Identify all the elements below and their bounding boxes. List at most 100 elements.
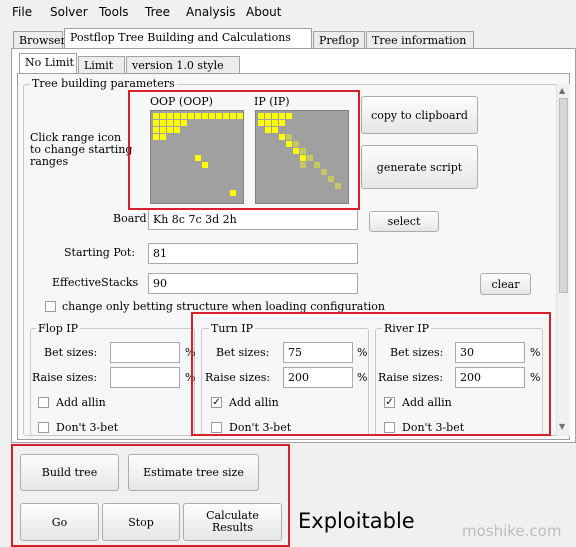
flop-bet-percent: %	[185, 346, 196, 359]
estimate-tree-size-button[interactable]: Estimate tree size	[128, 454, 259, 491]
river-allin-checkbox[interactable]: ✓	[384, 397, 395, 408]
turn-no3bet-label: Don't 3-bet	[229, 421, 292, 434]
build-tree-button[interactable]: Build tree	[20, 454, 119, 491]
range-cell	[300, 162, 306, 168]
range-cell	[286, 113, 292, 119]
flop-raise-input[interactable]	[110, 367, 180, 388]
tab-limit[interactable]: Limit	[78, 56, 125, 74]
tree-params-title: Tree building parameters	[30, 77, 177, 90]
flop-allin-checkbox[interactable]	[38, 397, 49, 408]
range-cell	[223, 113, 229, 119]
range-cell	[216, 113, 222, 119]
range-cell	[195, 113, 201, 119]
range-cell	[160, 113, 166, 119]
range-cell	[153, 134, 159, 140]
turn-no3bet-checkbox[interactable]	[211, 422, 222, 433]
menu-analysis[interactable]: Analysis	[186, 5, 235, 19]
range-cell	[209, 113, 215, 119]
vertical-scrollbar[interactable]: ▲ ▼	[556, 84, 570, 436]
menu-about[interactable]: About	[246, 5, 281, 19]
range-cell	[265, 120, 271, 126]
range-cell	[153, 127, 159, 133]
menu-bar: File Solver Tools Tree Analysis About	[0, 0, 576, 26]
scroll-down-icon[interactable]: ▼	[559, 422, 565, 431]
effective-stacks-input[interactable]: 90	[148, 273, 358, 294]
menu-solver[interactable]: Solver	[50, 5, 88, 19]
effective-stacks-label: EffectiveStacks	[52, 276, 139, 289]
flop-title: Flop IP	[36, 322, 81, 335]
flop-no3bet-checkbox[interactable]	[38, 422, 49, 433]
flop-raise-label: Raise sizes:	[32, 371, 98, 384]
range-cell	[314, 162, 320, 168]
flop-bet-input[interactable]	[110, 342, 180, 363]
range-cell	[293, 148, 299, 154]
turn-bet-label: Bet sizes:	[216, 346, 270, 359]
range-cell	[272, 120, 278, 126]
river-allin-label: Add allin	[402, 396, 452, 409]
range-cell	[265, 113, 271, 119]
range-cell	[286, 134, 292, 140]
change-only-checkbox[interactable]	[45, 301, 56, 312]
select-board-button[interactable]: select	[369, 211, 439, 232]
tab-preflop[interactable]: Preflop	[313, 31, 365, 49]
river-no3bet-label: Don't 3-bet	[402, 421, 465, 434]
range-cell	[202, 113, 208, 119]
menu-file[interactable]: File	[12, 5, 32, 19]
range-cell	[279, 134, 285, 140]
range-cell	[321, 169, 327, 175]
range-cell	[307, 155, 313, 161]
change-only-label: change only betting structure when loadi…	[62, 300, 386, 313]
river-raise-label: Raise sizes:	[378, 371, 444, 384]
flop-raise-percent: %	[185, 371, 196, 384]
tab-no-limit[interactable]: No Limit	[19, 53, 77, 74]
copy-to-clipboard-button[interactable]: copy to clipboard	[361, 96, 478, 134]
turn-raise-input[interactable]: 200	[283, 367, 353, 388]
flop-allin-label: Add allin	[56, 396, 106, 409]
range-cell	[279, 120, 285, 126]
range-cell	[153, 113, 159, 119]
range-cell	[230, 190, 236, 196]
range-cell	[335, 183, 341, 189]
ip-range-label: IP (IP)	[254, 95, 290, 108]
tab-postflop[interactable]: Postflop Tree Building and Calculations	[64, 28, 312, 49]
range-cell	[202, 162, 208, 168]
exploitable-annotation: Exploitable	[298, 509, 415, 533]
turn-allin-checkbox[interactable]: ✓	[211, 397, 222, 408]
range-cell	[174, 127, 180, 133]
tab-version-1[interactable]: version 1.0 style	[126, 56, 240, 74]
range-cell	[328, 176, 334, 182]
range-cell	[153, 120, 159, 126]
range-cell	[272, 113, 278, 119]
turn-bet-input[interactable]: 75	[283, 342, 353, 363]
menu-tools[interactable]: Tools	[99, 5, 129, 19]
generate-script-button[interactable]: generate script	[361, 145, 478, 189]
clear-button[interactable]: clear	[480, 273, 531, 295]
flop-no3bet-label: Don't 3-bet	[56, 421, 119, 434]
turn-title: Turn IP	[209, 322, 256, 335]
oop-range-grid[interactable]	[150, 110, 244, 204]
range-cell	[160, 127, 166, 133]
turn-bet-percent: %	[357, 346, 368, 359]
stop-button[interactable]: Stop	[102, 503, 180, 541]
river-no3bet-checkbox[interactable]	[384, 422, 395, 433]
calculate-results-button[interactable]: Calculate Results	[183, 503, 282, 541]
river-raise-input[interactable]: 200	[455, 367, 525, 388]
turn-raise-label: Raise sizes:	[205, 371, 271, 384]
board-input[interactable]: Kh 8c 7c 3d 2h	[148, 209, 358, 230]
tab-tree-information[interactable]: Tree information	[366, 31, 474, 49]
ip-range-grid[interactable]	[255, 110, 349, 204]
range-cell	[188, 113, 194, 119]
go-button[interactable]: Go	[20, 503, 99, 541]
starting-pot-input[interactable]: 81	[148, 243, 358, 264]
river-bet-percent: %	[530, 346, 541, 359]
scroll-up-icon[interactable]: ▲	[559, 86, 565, 95]
range-cell	[167, 127, 173, 133]
scroll-thumb[interactable]	[559, 98, 568, 293]
river-bet-input[interactable]: 30	[455, 342, 525, 363]
range-cell	[174, 113, 180, 119]
tab-browser[interactable]: Browser	[13, 31, 66, 49]
range-cell	[174, 120, 180, 126]
range-cell	[300, 148, 306, 154]
range-cell	[167, 120, 173, 126]
menu-tree[interactable]: Tree	[145, 5, 170, 19]
